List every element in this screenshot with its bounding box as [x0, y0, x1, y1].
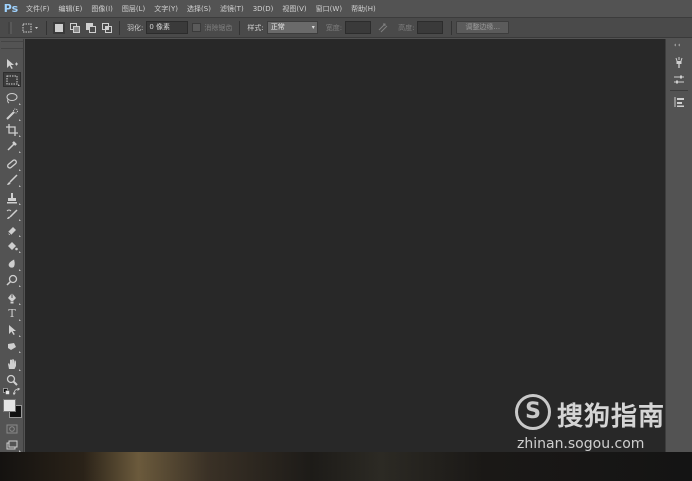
swap-colors-icon[interactable]: [13, 388, 21, 396]
quick-selection-tool-icon[interactable]: [3, 106, 21, 121]
menu-window[interactable]: 窗口(W): [316, 4, 342, 14]
blur-tool-icon[interactable]: [3, 256, 21, 271]
quick-mask-icon[interactable]: [3, 421, 21, 436]
style-label: 样式:: [247, 23, 264, 32]
grip-icon: [4, 21, 16, 34]
rectangle-tool-icon[interactable]: [3, 338, 21, 353]
menu-layer[interactable]: 图层(L): [122, 4, 145, 14]
sogou-logo-glyph: S: [525, 399, 541, 424]
dock-collapse-icon[interactable]: [671, 43, 687, 47]
menu-bar: Ps 文件(F) 编辑(E) 图像(I) 图层(L) 文字(Y) 选择(S) 滤…: [0, 0, 692, 17]
clone-stamp-tool-icon[interactable]: [3, 190, 21, 205]
width-input[interactable]: [345, 21, 372, 34]
color-swatches: [2, 398, 22, 418]
zoom-tool-icon[interactable]: [3, 372, 21, 387]
intersect-selection-icon[interactable]: [101, 22, 113, 34]
antialias-label: 消除锯齿: [204, 23, 233, 32]
style-select[interactable]: 正常 ▾: [266, 21, 318, 34]
path-selection-tool-icon[interactable]: [3, 322, 21, 337]
style-select-value: 正常: [270, 23, 285, 31]
height-label: 高度:: [398, 23, 415, 32]
watermark-url: zhinan.sogou.com: [517, 436, 645, 452]
subtract-from-selection-icon[interactable]: [85, 22, 97, 34]
menu-image[interactable]: 图像(I): [91, 4, 113, 14]
menu-type[interactable]: 文字(Y): [154, 4, 178, 14]
menu-file[interactable]: 文件(F): [26, 4, 50, 14]
paint-bucket-tool-icon[interactable]: [3, 238, 21, 253]
separator: [451, 20, 453, 35]
rectangular-marquee-tool-icon[interactable]: [3, 72, 21, 87]
menu-filter[interactable]: 滤镜(T): [220, 4, 244, 14]
chevron-down-icon: ▾: [311, 24, 315, 31]
eraser-tool-icon[interactable]: [3, 222, 21, 237]
sogou-logo-icon: S: [515, 394, 551, 430]
foreground-color-swatch[interactable]: [3, 399, 16, 412]
crop-tool-icon[interactable]: [3, 122, 21, 137]
feather-label: 羽化:: [127, 23, 144, 32]
color-controls: [3, 388, 21, 396]
watermark-title: 搜狗指南: [557, 402, 666, 432]
swap-width-height-icon[interactable]: [377, 22, 389, 34]
watermark: S 搜狗指南 zhinan.sogou.com: [515, 394, 685, 454]
menu-help[interactable]: 帮助(H): [351, 4, 376, 14]
dock-divider: [670, 90, 688, 91]
history-brush-tool-icon[interactable]: [3, 206, 21, 221]
add-to-selection-icon[interactable]: [69, 22, 81, 34]
properties-panel-icon[interactable]: [671, 95, 687, 109]
taskbar-strip: [0, 452, 692, 481]
hand-tool-icon[interactable]: [3, 356, 21, 371]
feather-input[interactable]: 0 像素: [146, 21, 189, 34]
antialias-checkbox[interactable]: [192, 23, 202, 32]
separator: [119, 20, 120, 35]
document-workspace[interactable]: [25, 39, 665, 452]
type-tool-glyph: T: [8, 307, 16, 320]
separator: [46, 20, 47, 35]
type-tool-icon[interactable]: T: [3, 306, 21, 321]
dodge-tool-icon[interactable]: [3, 272, 21, 287]
menu-view[interactable]: 视图(V): [282, 4, 306, 14]
adjustments-panel-icon[interactable]: [671, 73, 687, 87]
photoshop-logo: Ps: [3, 2, 19, 15]
history-panel-icon[interactable]: [671, 56, 687, 70]
separator: [239, 20, 241, 35]
pen-tool-icon[interactable]: [3, 290, 21, 305]
options-bar: 羽化: 0 像素 消除锯齿 样式: 正常 ▾ 宽度: 高度: 调整边缘...: [0, 17, 692, 38]
brush-tool-icon[interactable]: [3, 172, 21, 187]
new-selection-icon[interactable]: [53, 21, 65, 34]
refine-edge-button[interactable]: 调整边缘...: [456, 21, 510, 34]
spot-healing-brush-tool-icon[interactable]: [3, 156, 21, 171]
tools-panel: T: [0, 39, 24, 452]
tool-preset-picker[interactable]: [20, 22, 40, 34]
lasso-tool-icon[interactable]: [3, 90, 21, 105]
width-label: 宽度:: [325, 23, 343, 32]
menu-edit[interactable]: 编辑(E): [59, 4, 83, 14]
eyedropper-tool-icon[interactable]: [3, 138, 21, 153]
screen-mode-icon[interactable]: [3, 437, 21, 452]
move-tool-icon[interactable]: [3, 56, 21, 71]
height-input[interactable]: [417, 21, 444, 34]
panel-grip[interactable]: [0, 41, 23, 49]
menu-select[interactable]: 选择(S): [187, 4, 211, 14]
menu-3d[interactable]: 3D(D): [253, 5, 274, 13]
panel-dock: [665, 39, 692, 452]
